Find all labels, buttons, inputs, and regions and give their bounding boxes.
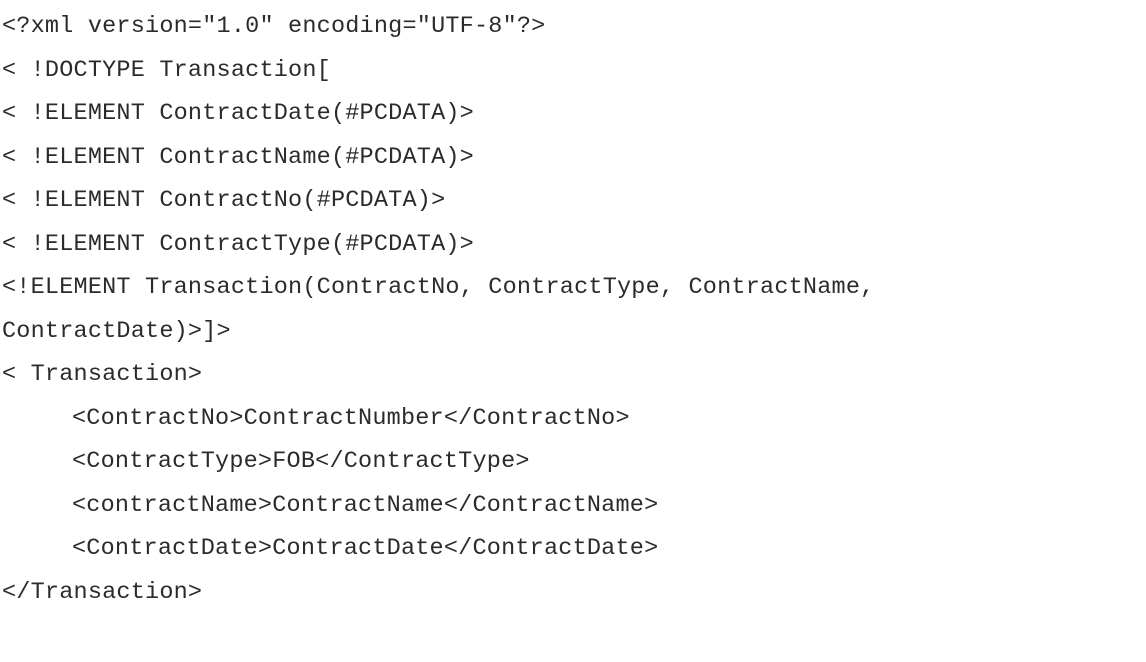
xml-declaration-line: <?xml version="1.0" encoding="UTF-8"?> — [2, 13, 546, 40]
transaction-close-tag-line: </Transaction> — [2, 578, 203, 606]
element-decl-contracttype-line: < !ELEMENT ContractType(#PCDATA)> — [2, 230, 474, 258]
xml-code-listing: <?xml version="1.0" encoding="UTF-8"?> <… — [0, 0, 1146, 662]
element-decl-contractname-line: < !ELEMENT ContractName(#PCDATA)> — [2, 143, 474, 171]
element-decl-contractno-line: < !ELEMENT ContractNo(#PCDATA)> — [2, 187, 446, 214]
element-decl-transaction-continuation-line: ContractDate)>]> — [2, 317, 231, 345]
contracttype-element-line: <ContractType>FOB</ContractType> — [72, 448, 530, 475]
doctype-line: < !DOCTYPE Transaction[ — [2, 56, 331, 84]
contractno-element-line: <ContractNo>ContractNumber</ContractNo> — [72, 404, 630, 432]
contractdate-element-line: <ContractDate>ContractDate</ContractDate… — [72, 535, 659, 562]
transaction-open-tag-line: < Transaction> — [2, 361, 203, 388]
element-decl-transaction-line: <!ELEMENT Transaction(ContractNo, Contra… — [2, 274, 875, 301]
contractname-element-line: <contractName>ContractName</ContractName… — [72, 491, 659, 519]
element-decl-contractdate-line: < !ELEMENT ContractDate(#PCDATA)> — [2, 100, 474, 127]
